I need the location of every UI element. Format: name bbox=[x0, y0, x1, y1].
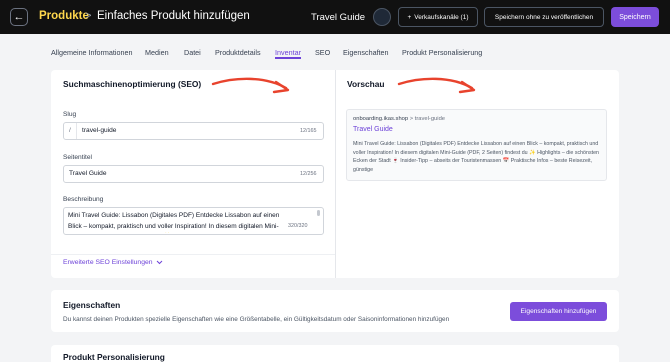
tab-bar: Allgemeine Informationen Medien Datei Pr… bbox=[0, 34, 670, 70]
sales-channels-label: Verkaufskanäle (1) bbox=[414, 13, 469, 21]
preview-description: Mini Travel Guide: Lissabon (Digitales P… bbox=[353, 141, 599, 173]
tab-product-details[interactable]: Produktdetails bbox=[215, 48, 261, 57]
seo-card-divider bbox=[335, 70, 336, 278]
properties-description: Du kannst deinen Produkten spezielle Eig… bbox=[63, 316, 450, 323]
save-without-publish-button[interactable]: Speichern ohne zu veröffentlichen bbox=[484, 7, 604, 27]
seo-footer-divider bbox=[51, 254, 335, 255]
page-title-value: Travel Guide bbox=[69, 170, 107, 177]
sales-channels-button[interactable]: + Verkaufskanäle (1) bbox=[398, 7, 478, 27]
preview-path: > travel-guide bbox=[408, 116, 446, 122]
active-tab-indicator bbox=[275, 57, 301, 59]
slug-prefix: / bbox=[69, 127, 71, 134]
preview-heading: Vorschau bbox=[347, 79, 385, 89]
annotation-arrow-icon bbox=[397, 77, 476, 94]
slug-counter: 12/165 bbox=[300, 128, 317, 134]
breadcrumb-separator: > bbox=[85, 10, 92, 22]
annotation-arrow-icon bbox=[211, 77, 290, 94]
advanced-seo-label: Erweiterte SEO Einstellungen bbox=[63, 259, 153, 266]
chevron-down-icon bbox=[156, 260, 162, 265]
preview-url: onboarding.ikas.shop > travel-guide bbox=[353, 116, 445, 122]
tab-general-info[interactable]: Allgemeine Informationen bbox=[51, 48, 133, 57]
page-title-label: Seitentitel bbox=[63, 154, 92, 161]
back-button[interactable]: ← bbox=[10, 8, 28, 26]
page-title: Einfaches Produkt hinzufügen bbox=[97, 10, 250, 22]
product-name: Travel Guide bbox=[311, 12, 366, 23]
tab-file[interactable]: Datei bbox=[184, 48, 201, 57]
description-counter: 320/320 bbox=[288, 223, 308, 229]
properties-title: Eigenschaften bbox=[63, 300, 121, 310]
seo-heading: Suchmaschinenoptimierung (SEO) bbox=[63, 79, 202, 89]
preview-title: Travel Guide bbox=[353, 126, 393, 133]
tab-personalization[interactable]: Produkt Personalisierung bbox=[402, 48, 482, 57]
top-bar: ← Produkte > Einfaches Produkt hinzufüge… bbox=[0, 0, 670, 34]
personalization-title: Produkt Personalisierung bbox=[63, 352, 165, 362]
tab-inventory[interactable]: Inventar bbox=[275, 48, 301, 57]
status-toggle[interactable] bbox=[373, 8, 391, 26]
slug-prefix-divider bbox=[76, 123, 77, 139]
advanced-seo-settings-link[interactable]: Erweiterte SEO Einstellungen bbox=[63, 259, 163, 266]
plus-icon: + bbox=[407, 13, 412, 21]
description-value: Mini Travel Guide: Lissabon (Digitales P… bbox=[68, 212, 280, 230]
description-label: Beschreibung bbox=[63, 196, 104, 203]
add-properties-button[interactable]: Eigenschaften hinzufügen bbox=[510, 302, 607, 321]
scrollbar-icon[interactable] bbox=[316, 210, 321, 216]
tab-seo[interactable]: SEO bbox=[315, 48, 330, 57]
tab-properties[interactable]: Eigenschaften bbox=[343, 48, 389, 57]
arrow-left-icon: ← bbox=[13, 10, 25, 23]
breadcrumb-products[interactable]: Produkte bbox=[39, 10, 89, 22]
slug-label: Slug bbox=[63, 111, 77, 118]
preview-domain: onboarding.ikas.shop bbox=[353, 116, 409, 122]
page-title-counter: 12/256 bbox=[300, 171, 317, 177]
tab-media[interactable]: Medien bbox=[145, 48, 169, 57]
slug-value: travel-guide bbox=[82, 127, 117, 134]
save-button[interactable]: Speichern bbox=[611, 7, 659, 27]
